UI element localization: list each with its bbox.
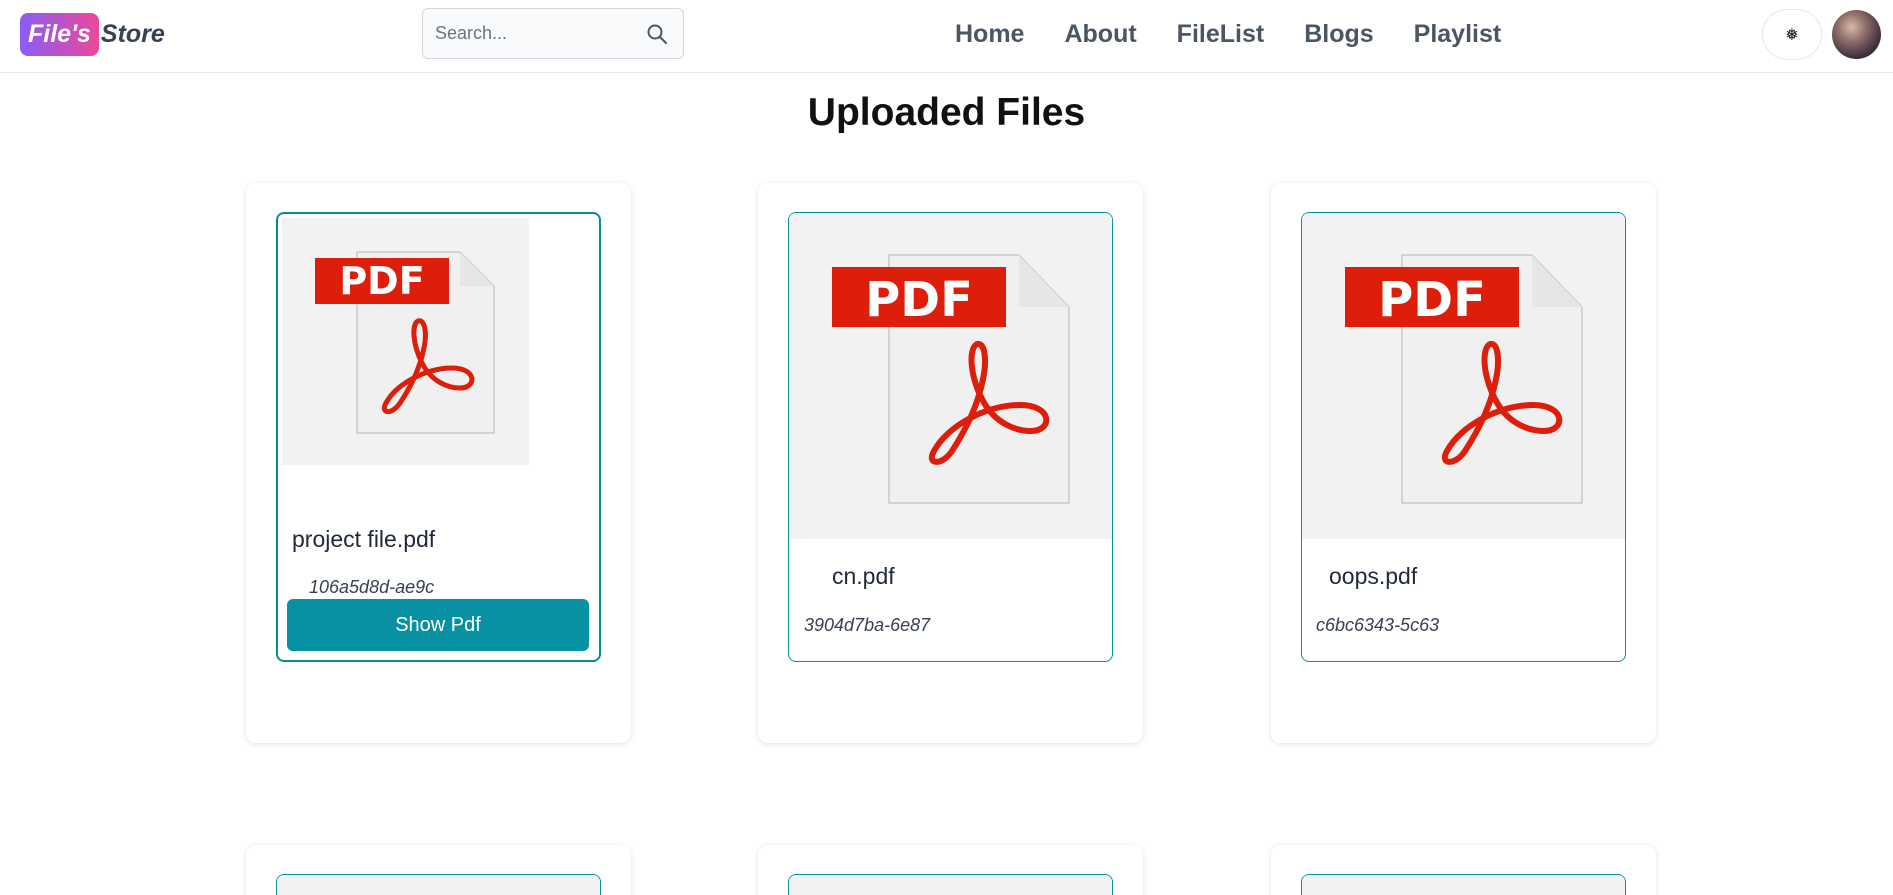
nav-link-home[interactable]: Home bbox=[955, 16, 1024, 52]
svg-text:PDF: PDF bbox=[865, 272, 973, 328]
logo-text: Store bbox=[100, 20, 165, 48]
theme-toggle-button[interactable]: ❅ bbox=[1762, 9, 1822, 60]
file-card-inner[interactable] bbox=[788, 874, 1113, 895]
file-name: cn.pdf bbox=[832, 563, 895, 589]
search-input[interactable] bbox=[435, 9, 635, 58]
svg-text:PDF: PDF bbox=[339, 259, 424, 303]
file-name: oops.pdf bbox=[1329, 563, 1418, 589]
main-nav: Home About FileList Blogs Playlist bbox=[955, 16, 1501, 52]
show-pdf-button[interactable]: Show Pdf bbox=[287, 599, 589, 651]
file-card-inner[interactable]: PDF oops.pdf c6bc6343-5c63 bbox=[1301, 212, 1626, 662]
nav-link-blogs[interactable]: Blogs bbox=[1304, 16, 1373, 52]
pdf-file-icon: PDF bbox=[789, 213, 1112, 539]
nav-link-about[interactable]: About bbox=[1064, 16, 1136, 52]
file-card bbox=[1271, 845, 1656, 895]
file-card: PDF oops.pdf c6bc6343-5c63 bbox=[1271, 183, 1656, 743]
logo[interactable]: File's Store bbox=[20, 13, 165, 56]
file-id: 106a5d8d-ae9c bbox=[309, 577, 435, 597]
file-card: PDF project file.pdf 106a5d8d-ae9c Show … bbox=[246, 183, 631, 743]
file-card-inner[interactable] bbox=[1301, 874, 1626, 895]
search-box bbox=[422, 8, 684, 59]
file-thumbnail bbox=[1302, 875, 1625, 895]
nav-link-playlist[interactable]: Playlist bbox=[1414, 16, 1502, 52]
svg-text:PDF: PDF bbox=[1378, 272, 1486, 328]
page-title: Uploaded Files bbox=[807, 91, 1086, 134]
file-thumbnail bbox=[277, 875, 600, 895]
file-name: project file.pdf bbox=[292, 526, 436, 552]
file-card-inner[interactable]: PDF cn.pdf 3904d7ba-6e87 bbox=[788, 212, 1113, 662]
file-card-inner[interactable] bbox=[276, 874, 601, 895]
avatar[interactable] bbox=[1832, 10, 1881, 59]
navbar: File's Store Home About FileList Blogs P… bbox=[0, 0, 1893, 73]
theme-toggle-icon: ❅ bbox=[1785, 26, 1799, 44]
file-card bbox=[758, 845, 1143, 895]
file-card: PDF cn.pdf 3904d7ba-6e87 bbox=[758, 183, 1143, 743]
search-icon[interactable] bbox=[645, 22, 669, 46]
file-thumbnail bbox=[789, 875, 1112, 895]
nav-link-filelist[interactable]: FileList bbox=[1177, 16, 1265, 52]
pdf-file-icon: PDF bbox=[282, 218, 529, 465]
file-card bbox=[246, 845, 631, 895]
file-id: c6bc6343-5c63 bbox=[1316, 615, 1440, 635]
file-id: 3904d7ba-6e87 bbox=[804, 615, 931, 635]
file-card-inner[interactable]: PDF project file.pdf 106a5d8d-ae9c Show … bbox=[276, 212, 601, 662]
logo-badge: File's bbox=[20, 13, 99, 56]
pdf-file-icon: PDF bbox=[1302, 213, 1625, 539]
